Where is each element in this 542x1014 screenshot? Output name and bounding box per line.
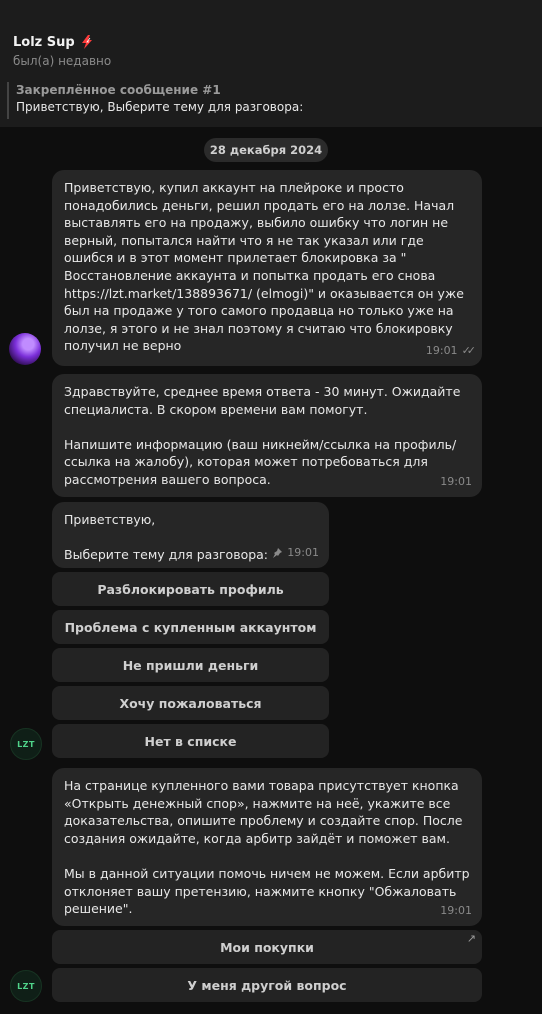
pinned-label: Закреплённое сообщение #1 xyxy=(16,83,221,97)
keyboard-button-label: Мои покупки xyxy=(220,939,314,955)
chat-header: Lolz Sup был(а) недавно Закреплённое соо… xyxy=(0,0,542,127)
keyboard-button-my-purchases[interactable]: Мои покупки ↗ xyxy=(52,930,482,964)
chat-status: был(а) недавно xyxy=(13,54,112,68)
external-link-icon: ↗ xyxy=(466,932,476,945)
message-time: 19:01 xyxy=(425,344,458,358)
message-meta: 19:01 xyxy=(440,902,472,920)
message-time: 19:01 xyxy=(440,475,472,489)
chat-title-row[interactable]: Lolz Sup xyxy=(13,34,95,50)
chat-title[interactable]: Lolz Sup xyxy=(13,35,75,50)
date-separator: 28 декабря 2024 xyxy=(204,138,328,162)
keyboard-button-complain[interactable]: Хочу пожаловаться xyxy=(52,686,329,720)
message-time: 19:01 xyxy=(440,904,472,918)
avatar-bot[interactable]: LZT xyxy=(10,728,42,760)
message-text: Приветствую, купил аккаунт на плейроке и… xyxy=(64,180,464,354)
double-check-icon: ✓✓ xyxy=(461,344,477,358)
message-bubble-bot[interactable]: Здравствуйте, среднее время ответа - 30 … xyxy=(52,374,482,497)
avatar-user[interactable] xyxy=(9,333,41,365)
message-time: 19:01 xyxy=(287,546,319,560)
message-text: На странице купленного вами товара прису… xyxy=(64,778,470,917)
message-text: Здравствуйте, среднее время ответа - 30 … xyxy=(64,384,461,487)
keyboard-button-purchased-account-problem[interactable]: Проблема с купленным аккаунтом xyxy=(52,610,329,644)
avatar-bot[interactable]: LZT xyxy=(10,970,42,1002)
keyboard-button-unblock-profile[interactable]: Разблокировать профиль xyxy=(52,572,329,606)
message-bubble-bot-pinned[interactable]: Приветствую, Выберите тему для разговора… xyxy=(52,502,329,568)
message-meta: 19:01 xyxy=(440,473,472,491)
message-bubble-user[interactable]: Приветствую, купил аккаунт на плейроке и… xyxy=(52,170,482,366)
pinned-message[interactable]: Закреплённое сообщение #1 Приветствую, В… xyxy=(7,82,303,119)
message-meta: 19:01 ✓✓ xyxy=(425,342,477,360)
message-bubble-bot[interactable]: На странице купленного вами товара прису… xyxy=(52,768,482,926)
lightning-bolt-icon xyxy=(81,35,92,49)
pinned-text: Приветствую, Выберите тему для разговора… xyxy=(16,100,304,114)
keyboard-button-money-not-received[interactable]: Не пришли деньги xyxy=(52,648,329,682)
pin-icon xyxy=(273,548,283,559)
keyboard-button-other-question[interactable]: У меня другой вопрос xyxy=(52,968,482,1002)
message-meta: 19:01 xyxy=(271,544,319,562)
keyboard-button-not-in-list[interactable]: Нет в списке xyxy=(52,724,329,758)
